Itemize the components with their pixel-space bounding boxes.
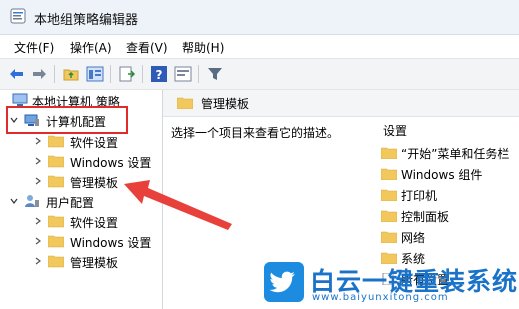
toolbar-divider bbox=[142, 65, 143, 83]
back-icon[interactable] bbox=[8, 65, 26, 83]
up-folder-icon[interactable] bbox=[62, 65, 80, 83]
menu-help[interactable]: 帮助(H) bbox=[182, 39, 224, 56]
setting-item-label: Windows 组件 bbox=[401, 168, 483, 182]
watermark: 白云一键重装系统 www.baiyunxitong.com bbox=[264, 262, 519, 309]
tree-item-user-admin-templates[interactable]: 管理模板 bbox=[34, 253, 154, 271]
user-config-icon bbox=[25, 195, 39, 207]
folder-icon bbox=[48, 175, 64, 188]
menu-bar: 文件(F) 操作(A) 查看(V) 帮助(H) bbox=[0, 35, 519, 57]
folder-icon bbox=[381, 189, 397, 201]
window-title: 本地组策略编辑器 bbox=[34, 13, 139, 28]
tree-item-computer-windows[interactable]: Windows 设置 bbox=[34, 153, 160, 171]
help-icon[interactable]: ? bbox=[150, 65, 168, 83]
chevron-right-icon[interactable] bbox=[34, 217, 42, 225]
details-header: 管理模板 bbox=[163, 90, 519, 117]
chevron-right-icon[interactable] bbox=[34, 257, 42, 265]
policy-editor-icon bbox=[10, 8, 26, 24]
folder-icon bbox=[48, 215, 64, 228]
svg-text:?: ? bbox=[156, 68, 163, 82]
tree-item-computer-software[interactable]: 软件设置 bbox=[34, 133, 154, 151]
forward-icon[interactable] bbox=[30, 65, 48, 83]
folder-icon bbox=[381, 147, 397, 159]
tree-item-label: 软件设置 bbox=[70, 216, 119, 230]
filter-icon[interactable] bbox=[206, 65, 224, 83]
description-text: 选择一个项目来查看它的描述。 bbox=[171, 126, 340, 140]
toolbar-divider bbox=[54, 65, 55, 83]
annotation-arrow-icon bbox=[124, 180, 232, 230]
properties-icon[interactable] bbox=[174, 65, 192, 83]
annotation-highlight-box bbox=[6, 106, 128, 134]
export-list-icon[interactable] bbox=[118, 65, 136, 83]
setting-item-label: “开始”菜单和任务栏 bbox=[401, 147, 510, 161]
tree-item-label: 软件设置 bbox=[70, 136, 119, 150]
tree-item-label: Windows 设置 bbox=[70, 156, 152, 170]
details-header-title: 管理模板 bbox=[201, 97, 250, 111]
chevron-right-icon[interactable] bbox=[34, 237, 42, 245]
folder-icon bbox=[48, 135, 64, 148]
tree-item-label: 用户配置 bbox=[46, 196, 95, 210]
tree-item-user-config[interactable]: 用户配置 bbox=[10, 193, 130, 211]
tree-item-label: 管理模板 bbox=[70, 256, 119, 270]
menu-file[interactable]: 文件(F) bbox=[14, 39, 54, 56]
watermark-url: www.baiyunxitong.com bbox=[312, 292, 449, 303]
folder-icon bbox=[48, 235, 64, 248]
chevron-right-icon[interactable] bbox=[34, 157, 42, 165]
tree-item-user-windows[interactable]: Windows 设置 bbox=[34, 233, 160, 251]
tree-item-label: 管理模板 bbox=[70, 176, 119, 190]
chevron-right-icon[interactable] bbox=[34, 137, 42, 145]
toolbar: ? bbox=[0, 58, 519, 90]
computer-policy-icon bbox=[12, 93, 28, 106]
folder-icon bbox=[48, 255, 64, 268]
show-hide-tree-icon[interactable] bbox=[86, 65, 104, 83]
setting-item-label: 控制面板 bbox=[401, 210, 450, 224]
folder-icon bbox=[381, 210, 397, 222]
setting-item-label: 网络 bbox=[401, 231, 426, 245]
tree-item-label: Windows 设置 bbox=[70, 236, 152, 250]
menu-action[interactable]: 操作(A) bbox=[70, 39, 112, 56]
folder-icon bbox=[381, 168, 397, 180]
settings-column-header[interactable]: 设置 bbox=[383, 122, 407, 139]
folder-icon bbox=[381, 231, 397, 243]
chevron-right-icon[interactable] bbox=[34, 177, 42, 185]
folder-icon bbox=[48, 155, 64, 168]
twitter-bird-logo-icon bbox=[264, 262, 304, 302]
toolbar-divider bbox=[198, 65, 199, 83]
setting-item-label: 打印机 bbox=[401, 189, 438, 203]
menu-view[interactable]: 查看(V) bbox=[126, 39, 168, 56]
folder-icon bbox=[177, 97, 193, 109]
chevron-down-icon[interactable] bbox=[10, 197, 18, 205]
title-bar: 本地组策略编辑器 bbox=[0, 0, 519, 35]
toolbar-divider bbox=[110, 65, 111, 83]
